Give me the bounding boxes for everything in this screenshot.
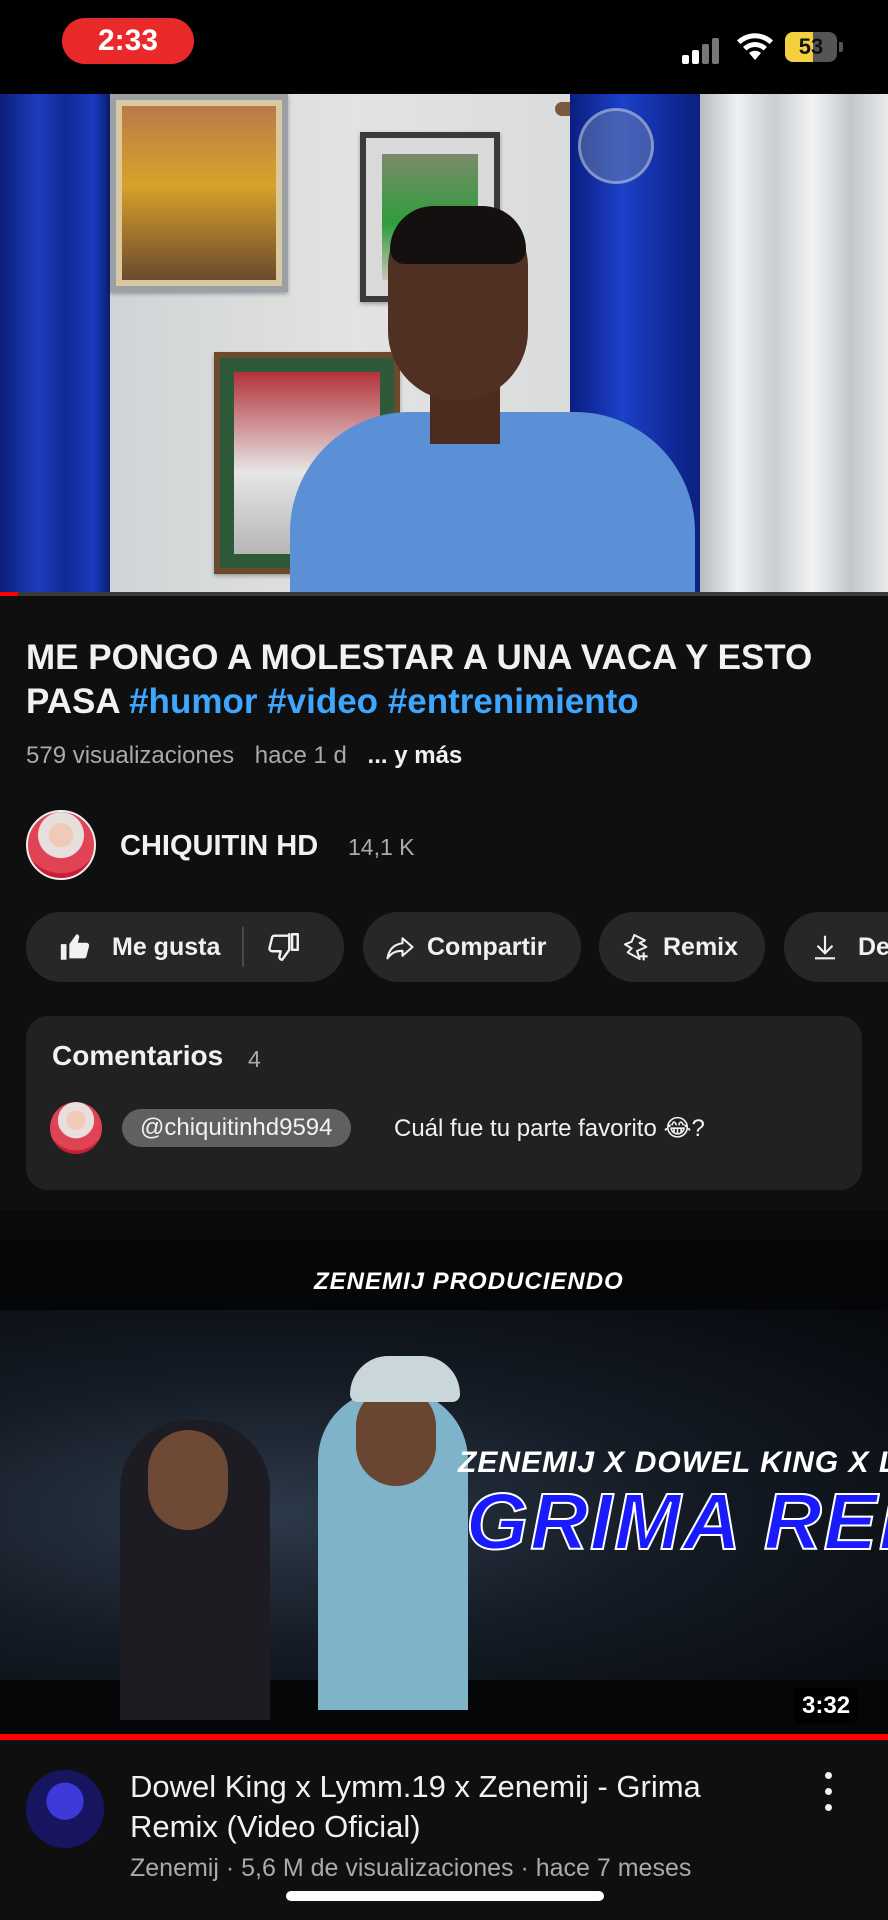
video-title[interactable]: ME PONGO A MOLESTAR A UNA VACA Y ESTO PA… [26, 636, 866, 724]
download-label: De [858, 932, 888, 961]
thumbnail-caption: ZENEMIJ PRODUCIENDO [314, 1268, 624, 1295]
picture-frame [110, 94, 288, 292]
curtain [0, 94, 110, 592]
remix-button[interactable]: Remix [599, 912, 765, 982]
comment-avatar [50, 1102, 102, 1154]
like-button[interactable]: Me gusta [26, 912, 220, 982]
next-video-title[interactable]: Dowel King x Lymm.19 x Zenemij - Grima R… [130, 1767, 790, 1847]
status-bar: 2:33 53 [0, 0, 888, 94]
status-time[interactable]: 2:33 [62, 18, 194, 64]
download-icon [815, 935, 835, 960]
hashtag-link[interactable]: #video [267, 682, 378, 721]
section-divider [0, 1210, 888, 1240]
like-dislike-group: Me gusta [26, 912, 344, 982]
thumbs-up-icon [60, 934, 90, 960]
share-button[interactable]: Compartir [363, 912, 581, 982]
curtain [700, 94, 888, 592]
comment-mention[interactable]: @chiquitinhd9594 [122, 1109, 351, 1147]
channel-avatar[interactable] [26, 810, 96, 880]
video-progress-track[interactable] [0, 592, 888, 596]
video-meta[interactable]: 579 visualizaciones hace 1 d ... y más [26, 742, 462, 770]
upload-time: hace 1 d [254, 742, 347, 769]
next-video-channel-avatar[interactable] [26, 1770, 104, 1848]
remix-icon [624, 934, 648, 961]
cellular-signal-icon [682, 38, 722, 64]
next-video-thumbnail[interactable]: ZENEMIJ PRODUCIENDO ZENEMIJ X DOWEL KING… [0, 1240, 888, 1738]
thumbs-down-icon [268, 933, 300, 961]
comment-text: Cuál fue tu parte favorito 😂? [394, 1115, 705, 1142]
battery-level: 53 [798, 34, 824, 59]
wifi-icon [737, 33, 773, 60]
comments-count: 4 [248, 1046, 261, 1072]
thumbnail-artists: ZENEMIJ X DOWEL KING X LYM.19 [458, 1446, 888, 1479]
home-indicator[interactable] [286, 1891, 604, 1901]
share-label: Compartir [427, 932, 547, 961]
action-bar: Me gusta Compartir Remix De [0, 912, 888, 982]
like-label: Me gusta [112, 932, 221, 961]
video-player[interactable] [0, 94, 888, 592]
remix-label: Remix [663, 932, 739, 961]
share-icon [386, 937, 414, 960]
download-button[interactable]: De [784, 912, 888, 982]
comments-title: Comentarios [52, 1040, 224, 1071]
channel-name[interactable]: CHIQUITIN HD [120, 830, 318, 863]
more-link[interactable]: ... y más [368, 742, 463, 769]
dislike-button[interactable] [244, 912, 302, 982]
video-progress-fill [0, 592, 18, 596]
thumbnail-title: GRIMA REMIX [465, 1476, 888, 1567]
next-video-meta: Zenemij · 5,6 M de visualizaciones · hac… [130, 1854, 692, 1882]
watched-progress-bar [0, 1734, 888, 1740]
more-options-icon[interactable] [818, 1772, 838, 1812]
hashtag-link[interactable]: #humor [129, 682, 257, 721]
battery-indicator: 53 [785, 32, 843, 62]
subscriber-count: 14,1 K [348, 834, 415, 860]
assistive-touch-icon[interactable] [578, 108, 654, 184]
hashtag-link[interactable]: #entrenimiento [388, 682, 639, 721]
comments-panel[interactable]: Comentarios 4 @chiquitinhd9594 Cuál fue … [26, 1016, 862, 1190]
view-count: 579 visualizaciones [26, 742, 235, 769]
duration-badge: 3:32 [794, 1688, 859, 1724]
